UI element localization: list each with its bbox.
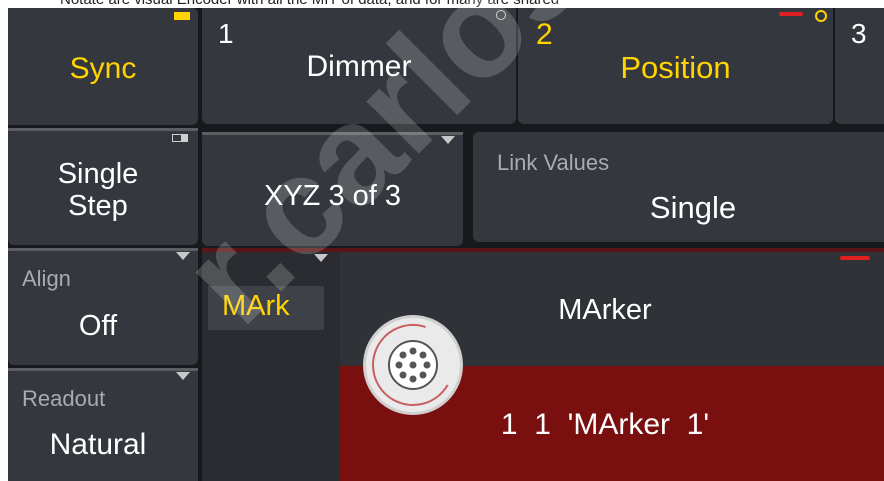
mark-tab[interactable]: MArk xyxy=(208,286,324,330)
mark-tab-label: MArk xyxy=(222,290,290,322)
tab-dimmer[interactable]: 1 Dimmer xyxy=(202,8,516,124)
readout-top-line xyxy=(8,368,198,371)
link-values-title: Link Values xyxy=(497,150,610,175)
xyz-label: XYZ 3 of 3 xyxy=(263,180,401,212)
tab-dimmer-number: 1 xyxy=(218,18,234,49)
align-top-line xyxy=(8,248,198,251)
marker-value: 1 1 'MArker 1' xyxy=(500,408,710,441)
link-values-button[interactable]: Link Values Single xyxy=(473,132,884,242)
single-step-top-line xyxy=(8,128,198,131)
tab-3-number: 3 xyxy=(851,18,867,49)
tab-position-label: Position xyxy=(620,50,731,85)
sync-label: Sync xyxy=(69,52,137,85)
readout-dropdown-icon xyxy=(176,372,190,380)
tab-dimmer-label: Dimmer xyxy=(306,50,412,83)
readout-button[interactable]: Readout Natural xyxy=(8,368,198,481)
readout-value: Natural xyxy=(49,428,147,461)
tab-dimmer-ring-icon xyxy=(496,10,506,20)
tab-position-red-indicator xyxy=(779,12,803,16)
gobo-wheel-icon xyxy=(372,324,454,406)
encoder-panel: Sync Single Step Align Off Readout Natur… xyxy=(8,8,884,481)
align-value: Off xyxy=(78,310,118,342)
gobo-wheel-button[interactable] xyxy=(366,318,460,412)
xyz-dropdown-icon xyxy=(441,136,455,144)
link-values-value: Single xyxy=(649,190,737,225)
single-step-label-1: Single xyxy=(57,158,139,190)
tab-position-target-icon xyxy=(815,10,827,22)
mark-column: MArk xyxy=(202,252,340,481)
xyz-button[interactable]: XYZ 3 of 3 xyxy=(202,132,463,246)
sync-indicator-icon xyxy=(174,12,190,20)
marker-red-indicator xyxy=(840,256,870,260)
tab-position-number: 2 xyxy=(536,18,553,51)
align-title: Align xyxy=(22,266,71,291)
top-cut-text-strip: Notate are visual Encoder with all the M… xyxy=(0,0,884,8)
tab-3[interactable]: 3 xyxy=(835,8,884,124)
single-step-toggle-icon xyxy=(172,134,188,142)
xyz-top-line xyxy=(202,132,463,135)
tab-position[interactable]: 2 Position xyxy=(518,8,833,124)
align-button[interactable]: Align Off xyxy=(8,248,198,365)
top-cut-text: Notate are visual Encoder with all the M… xyxy=(60,0,559,8)
mark-dropdown-icon xyxy=(314,254,328,262)
single-step-button[interactable]: Single Step xyxy=(8,128,198,245)
single-step-label-2: Step xyxy=(68,190,128,222)
sync-button[interactable]: Sync xyxy=(8,8,198,125)
readout-title: Readout xyxy=(22,386,106,411)
align-dropdown-icon xyxy=(176,252,190,260)
